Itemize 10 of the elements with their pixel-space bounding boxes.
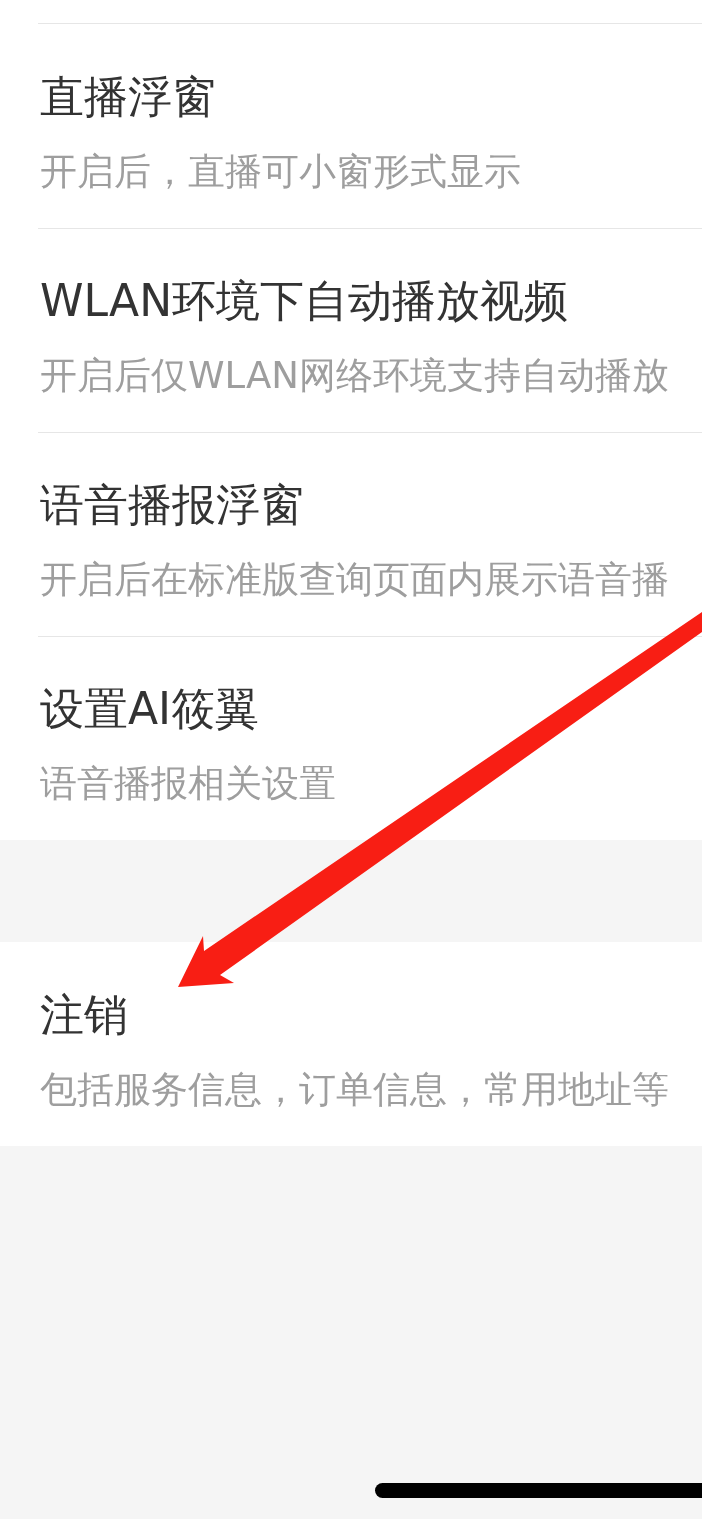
setting-description: 开启后仅WLAN网络环境支持自动播放 [40,354,670,398]
setting-description: 包括服务信息，订单信息，常用地址等 [40,1068,669,1112]
setting-description: 开启后，直播可小窗形式显示 [40,150,521,194]
setting-title: 直播浮窗 [40,72,216,122]
setting-title: 设置AI筱翼 [40,684,260,734]
setting-description: 语音播报相关设置 [40,762,336,806]
setting-description: 开启后在标准版查询页面内展示语音播 [40,558,669,602]
setting-title: WLAN环境下自动播放视频 [40,276,569,326]
setting-title: 语音播报浮窗 [40,480,304,530]
setting-title: 注销 [40,990,128,1040]
